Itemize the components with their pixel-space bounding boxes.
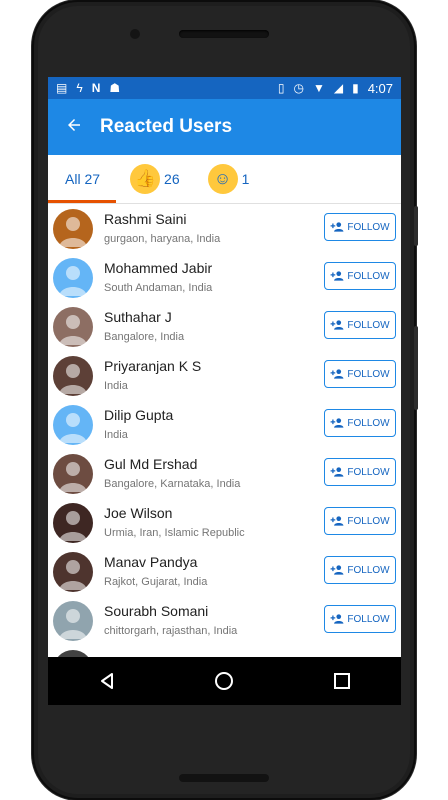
tab-smile[interactable]: ☺ 1: [194, 155, 264, 203]
follow-button[interactable]: FOLLOW: [324, 262, 396, 290]
thumbs-up-icon: 👍: [130, 164, 161, 194]
reaction-tabs: All 27 👍 26 ☺ 1: [48, 155, 401, 204]
tab-smile-count: 1: [241, 171, 250, 187]
wifi-icon: ▼: [312, 81, 325, 95]
follow-label: FOLLOW: [347, 613, 390, 625]
message-icon: ▤: [56, 81, 68, 95]
add-person-icon: [330, 467, 344, 477]
add-person-icon: [330, 320, 344, 330]
signal-icon: ◢: [333, 81, 344, 95]
nav-back-button[interactable]: [77, 657, 137, 705]
follow-button[interactable]: FOLLOW: [324, 311, 396, 339]
add-person-icon: [330, 614, 344, 624]
n-icon: N: [91, 81, 101, 95]
android-icon: ☗: [109, 81, 121, 95]
avatar[interactable]: [53, 453, 93, 494]
follow-label: FOLLOW: [347, 368, 390, 380]
add-person-icon: [330, 369, 344, 379]
follow-label: FOLLOW: [347, 515, 390, 527]
tab-like[interactable]: 👍 26: [116, 155, 194, 203]
nav-home-button[interactable]: [194, 657, 254, 705]
nav-recents-button[interactable]: [312, 657, 372, 705]
alarm-icon: ◷: [293, 81, 304, 95]
user-list: Rashmi Saini gurgaon, haryana, India FOLLO…: [48, 204, 401, 694]
follow-label: FOLLOW: [347, 221, 390, 233]
smile-icon: ☺: [207, 164, 238, 194]
tab-all-label: All 27: [65, 171, 101, 187]
avatar[interactable]: [53, 404, 93, 445]
navigation-bar: [48, 657, 401, 705]
follow-button[interactable]: FOLLOW: [324, 507, 396, 535]
follow-button[interactable]: FOLLOW: [324, 360, 396, 388]
follow-label: FOLLOW: [347, 564, 390, 576]
list-item[interactable]: Sourabh Somani chittorgarh, rajasthan, In…: [48, 596, 401, 645]
volume-button: [414, 326, 418, 410]
list-item[interactable]: Dilip Gupta India FOLLOW: [48, 400, 401, 449]
list-item[interactable]: Gul Md Ershad Bangalore, Karnataka, India…: [48, 449, 401, 498]
follow-button[interactable]: FOLLOW: [324, 556, 396, 584]
add-person-icon: [330, 418, 344, 428]
follow-button[interactable]: FOLLOW: [324, 409, 396, 437]
list-item[interactable]: Suthahar J Bangalore, India FOLLOW: [48, 302, 401, 351]
status-time: 4:07: [367, 80, 393, 96]
avatar[interactable]: [53, 208, 93, 249]
screen: ▤ ϟ N ☗ ▯ ◷ ▼ ◢ ▮ 4:07 Reacted Users All…: [48, 77, 401, 705]
battery-icon: ▮: [352, 81, 359, 95]
status-bar: ▤ ϟ N ☗ ▯ ◷ ▼ ◢ ▮ 4:07: [48, 77, 401, 99]
list-item[interactable]: Mohammed Jabir South Andaman, India FOLLOW: [48, 253, 401, 302]
add-person-icon: [330, 565, 344, 575]
flash-icon: ϟ: [76, 81, 83, 95]
follow-button[interactable]: FOLLOW: [324, 605, 396, 633]
add-person-icon: [330, 271, 344, 281]
follow-label: FOLLOW: [347, 270, 390, 282]
nav-recents-icon: [334, 673, 351, 689]
follow-button[interactable]: FOLLOW: [324, 213, 396, 241]
app-bar: Reacted Users: [48, 99, 401, 155]
follow-label: FOLLOW: [347, 319, 390, 331]
avatar[interactable]: [53, 551, 93, 592]
nav-home-icon: [215, 672, 234, 690]
list-item[interactable]: Priyaranjan K S India FOLLOW: [48, 351, 401, 400]
tab-like-count: 26: [164, 171, 180, 187]
tab-all[interactable]: All 27: [48, 155, 117, 203]
front-camera: [130, 29, 140, 39]
bottom-speaker: [179, 774, 269, 782]
list-item[interactable]: Rashmi Saini gurgaon, haryana, India FOLLO…: [48, 204, 401, 253]
follow-label: FOLLOW: [347, 417, 390, 429]
avatar[interactable]: [53, 306, 93, 347]
nav-back-icon: [100, 673, 113, 689]
add-person-icon: [330, 516, 344, 526]
list-item[interactable]: Manav Pandya Rajkot, Gujarat, India FOLLOW: [48, 547, 401, 596]
follow-button[interactable]: FOLLOW: [324, 458, 396, 486]
top-speaker: [179, 30, 269, 38]
avatar[interactable]: [53, 502, 93, 543]
follow-label: FOLLOW: [347, 466, 390, 478]
side-button: [414, 206, 418, 246]
avatar[interactable]: [53, 600, 93, 641]
add-person-icon: [330, 222, 344, 232]
vibrate-icon: ▯: [277, 81, 285, 95]
page-title: Reacted Users: [100, 116, 233, 137]
avatar[interactable]: [53, 257, 93, 298]
list-item[interactable]: Joe Wilson Urmia, Iran, Islamic Republic F…: [48, 498, 401, 547]
back-arrow-icon[interactable]: [48, 114, 100, 140]
avatar[interactable]: [53, 355, 93, 396]
